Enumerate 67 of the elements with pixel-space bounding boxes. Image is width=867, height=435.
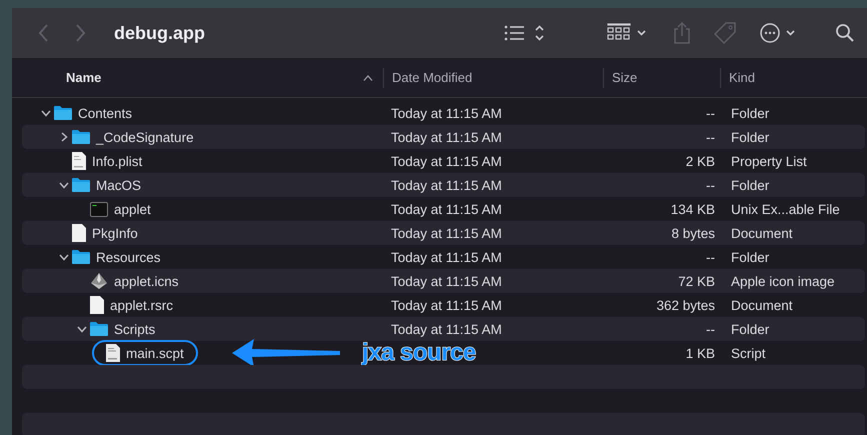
- script-icon: [106, 344, 120, 362]
- file-size: 1 KB: [686, 346, 715, 360]
- search-icon[interactable]: [835, 23, 855, 43]
- date-modified: Today at 11:15 AM: [391, 130, 502, 144]
- file-kind: Folder: [731, 178, 770, 192]
- file-kind: Unix Ex...able File: [731, 202, 840, 216]
- terminal-icon: [90, 202, 108, 216]
- file-kind: Property List: [731, 154, 807, 168]
- file-kind: Script: [731, 346, 766, 360]
- document-icon: [72, 224, 86, 242]
- date-modified: Today at 11:15 AM: [391, 322, 502, 336]
- file-size: --: [706, 106, 715, 120]
- document-icon: [72, 152, 86, 170]
- document-icon: [90, 296, 104, 314]
- file-name[interactable]: MacOS: [96, 178, 142, 192]
- file-size: --: [706, 322, 715, 336]
- date-modified: Today at 11:15 AM: [391, 298, 502, 312]
- chevron-down-icon[interactable]: [77, 326, 87, 332]
- window-title: debug.app: [114, 22, 205, 44]
- file-name[interactable]: _CodeSignature: [96, 130, 194, 144]
- file-name[interactable]: applet: [114, 202, 151, 216]
- folder-icon: [54, 106, 72, 120]
- file-size: 134 KB: [670, 202, 715, 216]
- folder-icon: [72, 130, 90, 144]
- file-kind: Document: [731, 226, 793, 240]
- file-name[interactable]: Info.plist: [92, 154, 142, 168]
- file-name[interactable]: Contents: [78, 106, 132, 120]
- file-kind: Document: [731, 298, 793, 312]
- date-modified: Today at 11:15 AM: [391, 274, 502, 288]
- folder-icon: [90, 322, 108, 336]
- column-header[interactable]: Kind: [729, 70, 756, 85]
- file-kind: Folder: [731, 322, 770, 336]
- chevron-down-icon[interactable]: [41, 110, 51, 116]
- date-modified: Today at 11:15 AM: [391, 178, 502, 192]
- file-size: 362 bytes: [656, 298, 715, 312]
- file-size: 2 KB: [686, 154, 715, 168]
- file-kind: Folder: [731, 250, 770, 264]
- date-modified: Today at 11:15 AM: [391, 226, 502, 240]
- file-name[interactable]: Resources: [96, 250, 161, 264]
- file-size: 72 KB: [678, 274, 715, 288]
- date-modified: Today at 11:15 AM: [391, 154, 502, 168]
- file-kind: Apple icon image: [731, 274, 835, 288]
- file-size: --: [706, 178, 715, 192]
- file-size: --: [706, 250, 715, 264]
- date-modified: Today at 11:15 AM: [391, 250, 502, 264]
- column-header[interactable]: Date Modified: [392, 70, 472, 85]
- folder-icon: [72, 178, 90, 192]
- file-name[interactable]: PkgInfo: [92, 226, 138, 240]
- file-kind: Folder: [731, 106, 770, 120]
- file-name[interactable]: main.scpt: [126, 346, 184, 360]
- file-name[interactable]: applet.rsrc: [110, 298, 174, 312]
- chevron-right-icon[interactable]: [60, 132, 68, 142]
- icon-file-icon: [90, 272, 108, 290]
- sort-ascending-icon: [363, 74, 373, 80]
- date-modified: Today at 11:15 AM: [391, 202, 502, 216]
- chevron-down-icon[interactable]: [59, 254, 69, 260]
- chevron-down-icon[interactable]: [59, 182, 69, 188]
- folder-icon: [72, 250, 90, 264]
- file-kind: Folder: [731, 130, 770, 144]
- file-size: --: [706, 130, 715, 144]
- annotation-label: jxa source: [362, 339, 476, 367]
- file-name[interactable]: applet.icns: [114, 274, 179, 288]
- file-size: 8 bytes: [671, 226, 715, 240]
- column-header[interactable]: Name: [66, 70, 102, 85]
- column-header[interactable]: Size: [612, 70, 638, 85]
- date-modified: Today at 11:15 AM: [391, 106, 502, 120]
- file-name[interactable]: Scripts: [114, 322, 156, 336]
